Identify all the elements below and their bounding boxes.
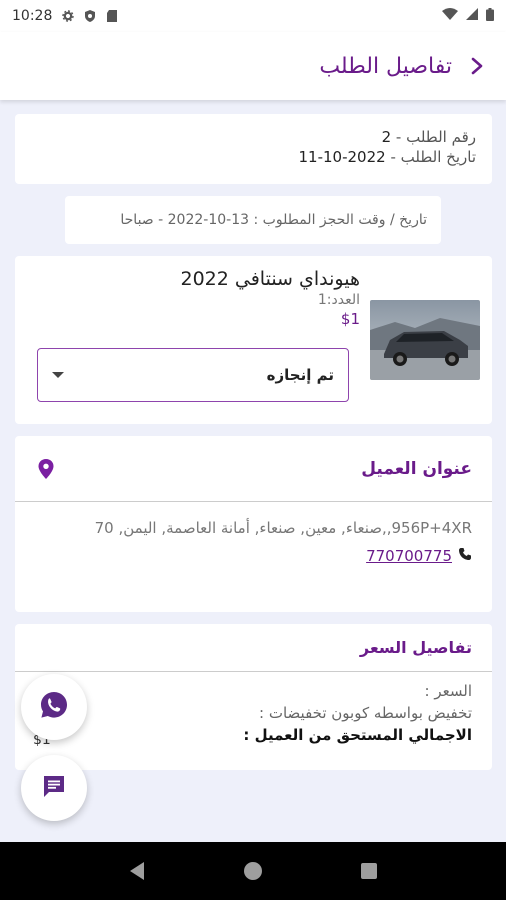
whatsapp-button[interactable] [21, 674, 87, 740]
signal-icon [466, 8, 478, 24]
price-row: السعر : [424, 682, 472, 700]
order-number-value: 2 [381, 128, 392, 146]
order-status-dropdown[interactable]: تم إنجازه [37, 348, 349, 402]
product-name: هيونداي سنتافي 2022 [180, 268, 360, 290]
customer-address-card: عنوان العميل 956P+4XR,,صنعاء, معين, صنعا… [15, 436, 492, 612]
address-text: 956P+4XR,,صنعاء, معين, صنعاء, أمانة العا… [94, 519, 472, 537]
shield-icon [84, 10, 96, 22]
page-title: تفاصيل الطلب [319, 53, 452, 79]
settings-icon [62, 10, 75, 22]
app-bar: تفاصيل الطلب [0, 32, 506, 100]
total-row: الاجمالي المستحق من العميل : [243, 726, 472, 744]
phone-link[interactable]: 770700775 [366, 547, 452, 565]
order-date-row: تاريخ الطلب - 2022-10-11 [31, 148, 476, 166]
booking-datetime: تاريخ / وقت الحجز المطلوب : 13-10-2022 -… [65, 196, 441, 244]
location-pin-icon[interactable] [35, 458, 57, 480]
order-info-card: رقم الطلب - 2 تاريخ الطلب - 2022-10-11 [15, 114, 492, 184]
sd-card-icon [106, 10, 118, 22]
phone-icon [458, 546, 472, 565]
price-header: تفاصيل السعر [15, 624, 492, 672]
nav-home-icon[interactable] [243, 861, 263, 881]
nav-recents-icon[interactable] [360, 862, 378, 880]
order-status-value: تم إنجازه [266, 366, 334, 384]
car-image [370, 300, 480, 380]
product-quantity: العدد:1 [317, 292, 360, 308]
order-number-row: رقم الطلب - 2 [31, 128, 476, 146]
order-number-label: رقم الطلب - [391, 128, 476, 146]
chevron-down-icon [52, 372, 64, 378]
product-info: هيونداي سنتافي 2022 العدد:1 $1 [180, 268, 360, 328]
order-date-value: 2022-10-11 [298, 148, 386, 166]
system-nav-bar [0, 842, 506, 900]
address-header: عنوان العميل [15, 436, 492, 502]
order-date-label: تاريخ الطلب - [385, 148, 476, 166]
status-bar: 10:28 [0, 0, 506, 32]
price-details-card: تفاصيل السعر السعر : تخفيض بواسطه كوبون … [15, 624, 492, 770]
status-time: 10:28 [12, 8, 53, 24]
address-body: 956P+4XR,,صنعاء, معين, صنعاء, أمانة العا… [15, 516, 492, 565]
nav-back-icon[interactable] [128, 861, 146, 881]
address-title: عنوان العميل [361, 458, 472, 479]
back-chevron-icon[interactable] [466, 55, 488, 77]
discount-row: تخفيض بواسطه كوبون تخفيضات : [259, 704, 472, 722]
phone-row: 770700775 [35, 546, 472, 565]
chat-icon [41, 773, 67, 803]
whatsapp-icon [38, 689, 70, 725]
wifi-icon [442, 8, 458, 24]
product-card: هيونداي سنتافي 2022 العدد:1 $1 تم إنجازه [15, 256, 492, 424]
chat-button[interactable] [21, 755, 87, 821]
price-details-title: تفاصيل السعر [359, 638, 472, 657]
product-price: $1 [340, 310, 360, 328]
price-rows: السعر : تخفيض بواسطه كوبون تخفيضات : الا… [243, 680, 472, 746]
battery-icon [486, 7, 494, 25]
